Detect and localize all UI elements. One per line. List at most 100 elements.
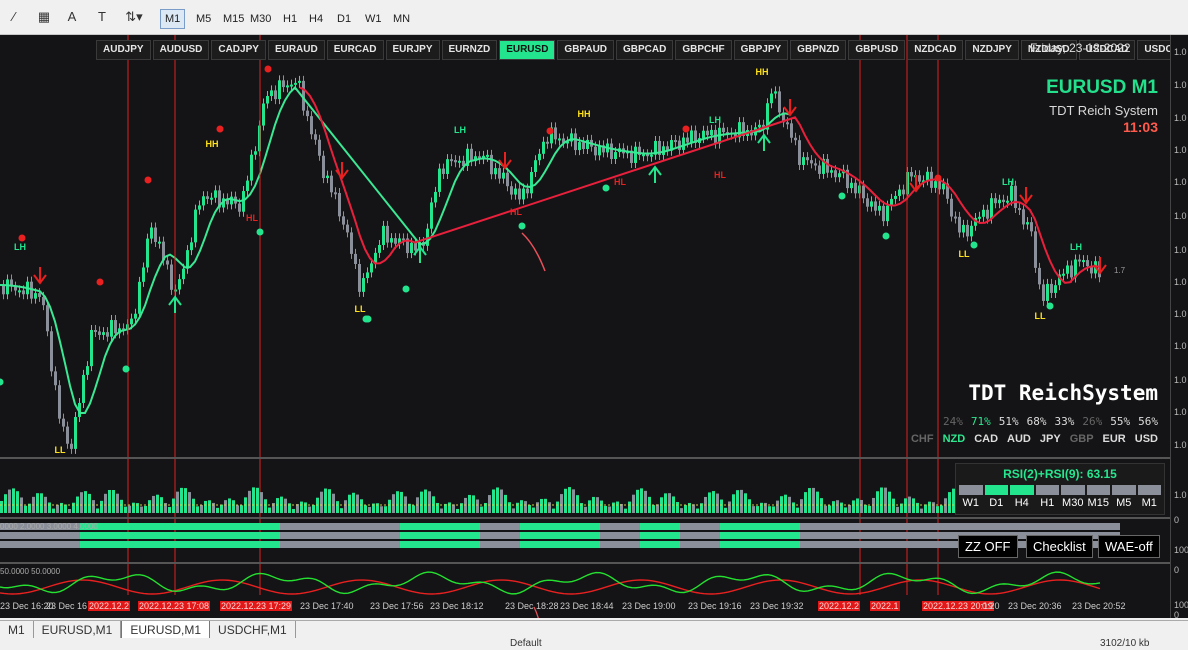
- candle-body: [838, 173, 841, 178]
- scale-label: 1.0: [1174, 245, 1187, 255]
- volume-bar: [800, 499, 803, 513]
- symbol-gbpusd[interactable]: GBPUSD: [848, 40, 906, 60]
- symbol-gbpcad[interactable]: GBPCAD: [616, 40, 674, 60]
- text-label-icon[interactable]: T: [92, 8, 112, 26]
- time-label: 23 Dec 16: [46, 601, 88, 611]
- candle-body: [430, 202, 433, 229]
- candle-body: [510, 186, 513, 195]
- volume-bar: [792, 502, 795, 513]
- symbol-euraud[interactable]: EURAUD: [267, 40, 325, 60]
- symbol-cadjpy[interactable]: CADJPY: [211, 40, 266, 60]
- symbol-audjpy[interactable]: AUDJPY: [96, 40, 151, 60]
- symbol-eurjpy[interactable]: EURJPY: [385, 40, 440, 60]
- timeframe-mn[interactable]: MN: [388, 9, 415, 29]
- volume-bar: [928, 501, 931, 513]
- chart-tab[interactable]: EURUSD,M1: [121, 621, 211, 639]
- symbol-gbpaud[interactable]: GBPAUD: [557, 40, 615, 60]
- volume-bar: [568, 487, 571, 513]
- timeframe-h1[interactable]: H1: [278, 9, 302, 29]
- volume-bar: [364, 505, 367, 513]
- candle-body: [814, 163, 817, 166]
- symbol-nzdjpy[interactable]: NZDJPY: [965, 40, 1019, 60]
- chart-tab[interactable]: M1: [0, 621, 34, 639]
- band-cell: [720, 523, 760, 530]
- volume-bar: [924, 504, 927, 513]
- candle-body: [98, 331, 101, 335]
- band-cell: [160, 541, 200, 548]
- scale-label: 1.0: [1174, 177, 1187, 187]
- candle-body: [1082, 260, 1085, 263]
- candle-body: [66, 426, 69, 444]
- volume-bar: [36, 493, 39, 513]
- candle-body: [886, 205, 889, 222]
- band-cell: [480, 523, 520, 530]
- arrows-tool-icon[interactable]: ⇅▾: [120, 8, 148, 26]
- candle-body: [282, 80, 285, 88]
- text-tool-icon[interactable]: A: [62, 8, 82, 26]
- symbol-eurusd[interactable]: EURUSD: [499, 40, 556, 60]
- volume-bar: [328, 489, 331, 513]
- candle-body: [634, 146, 637, 163]
- scale-label: 100: [1174, 545, 1188, 555]
- wae-toggle-button[interactable]: WAE-off: [1098, 535, 1160, 558]
- timeframe-w1[interactable]: W1: [360, 9, 387, 29]
- candle-body: [362, 278, 365, 292]
- candle-body: [722, 127, 725, 133]
- timeframe-m30[interactable]: M30: [245, 9, 276, 29]
- timeframe-d1[interactable]: D1: [332, 9, 356, 29]
- rsi-label-h1: H1: [1040, 497, 1055, 509]
- band-cell: [280, 523, 320, 530]
- volume-bar: [932, 502, 935, 513]
- zz-toggle-button[interactable]: ZZ OFF: [958, 535, 1018, 558]
- candle-body: [90, 329, 93, 367]
- symbol-gbpchf[interactable]: GBPCHF: [675, 40, 732, 60]
- scale-label: 1.0: [1174, 341, 1187, 351]
- chart-area[interactable]: LHHHHHLHHHHHLHHLHLHLHLLLLLLLLLLHLH1.7000…: [0, 35, 1170, 618]
- volume-bar: [548, 502, 551, 513]
- volume-bar: [88, 493, 91, 513]
- candle-body: [58, 385, 61, 419]
- signal-dot: [882, 232, 890, 240]
- candle-body: [950, 198, 953, 217]
- rsi-bar-h4: [1010, 485, 1034, 495]
- symbol-audusd[interactable]: AUDUSD: [152, 40, 210, 60]
- volume-bar: [380, 506, 383, 513]
- symbol-eurnzd[interactable]: EURNZD: [441, 40, 498, 60]
- signal-dot: [838, 192, 846, 200]
- timeframe-h4[interactable]: H4: [304, 9, 328, 29]
- chart-tab[interactable]: USDCHF,M1: [210, 621, 296, 639]
- chart-tab[interactable]: EURUSD,M1: [34, 621, 122, 639]
- band-cell: [240, 523, 280, 530]
- band-cell: [520, 523, 560, 530]
- symbol-nzdcad[interactable]: NZDCAD: [907, 40, 964, 60]
- band-cell: [360, 523, 400, 530]
- candle-body: [458, 160, 461, 163]
- scale-label: 100: [1174, 600, 1188, 610]
- band-cell: [0, 541, 40, 548]
- scale-label: 0: [1174, 610, 1180, 618]
- candle-body: [410, 242, 413, 254]
- grid-icon[interactable]: ▦: [34, 8, 54, 26]
- crosshair-icon[interactable]: ⁄: [4, 8, 24, 26]
- volume-bar: [388, 499, 391, 513]
- timeframe-m5[interactable]: M5: [191, 9, 216, 29]
- volume-bar: [588, 500, 591, 513]
- candle-body: [1062, 273, 1065, 276]
- timeframe-m1[interactable]: M1: [160, 9, 186, 29]
- symbol-eurcad[interactable]: EURCAD: [326, 40, 384, 60]
- candle-body: [954, 216, 957, 219]
- volume-bar: [156, 494, 159, 513]
- signal-dot: [970, 241, 978, 249]
- candle-body: [678, 140, 681, 150]
- strength-cur-nzd: NZD: [942, 433, 966, 445]
- band-cell: [400, 541, 440, 548]
- checklist-button[interactable]: Checklist: [1026, 535, 1093, 558]
- volume-bar: [740, 489, 743, 513]
- strength-pct-jpy: 33%: [1054, 415, 1075, 428]
- volume-bar: [180, 487, 183, 513]
- chart-title: EURUSD M1: [1046, 77, 1158, 98]
- symbol-usdchf[interactable]: USDCHF: [1137, 40, 1170, 60]
- volume-bar: [148, 500, 151, 513]
- symbol-gbpnzd[interactable]: GBPNZD: [790, 40, 847, 60]
- symbol-gbpjpy[interactable]: GBPJPY: [733, 40, 789, 60]
